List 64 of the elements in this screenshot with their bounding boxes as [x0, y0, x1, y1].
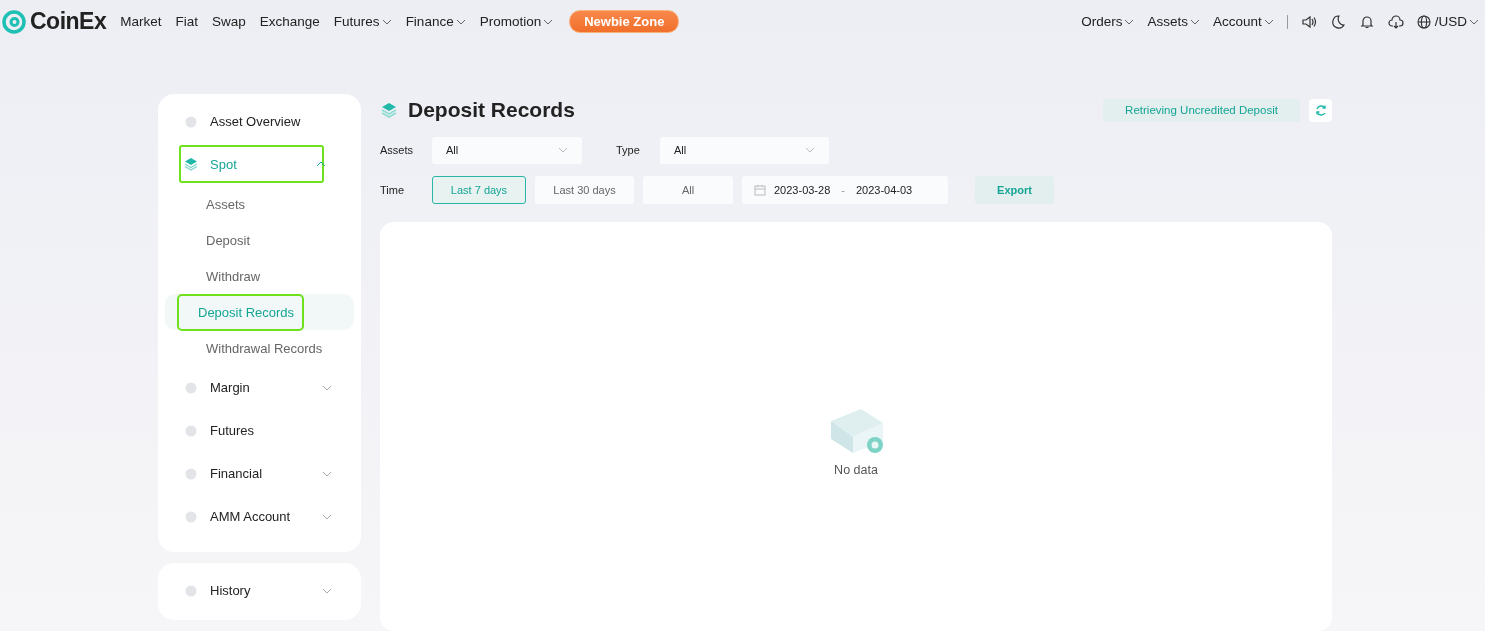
- bell-icon: [1358, 13, 1375, 30]
- item-icon: [184, 114, 198, 129]
- sidebar-item[interactable]: Financial: [165, 452, 354, 495]
- chevron-up-icon: [316, 160, 326, 168]
- chevron-down-icon: [322, 469, 332, 478]
- logo-text: CoinEx: [30, 8, 107, 35]
- sidebar-subitem[interactable]: Withdrawal Records: [165, 330, 354, 366]
- item-icon: [184, 423, 198, 438]
- menu-link[interactable]: Orders: [1081, 14, 1135, 29]
- moon-icon: [1329, 13, 1346, 30]
- filter-label: Assets: [380, 144, 414, 156]
- chevron-down-icon: [1124, 17, 1135, 26]
- date-range-field[interactable]: 2023-03-28 - 2023-04-03: [742, 176, 948, 204]
- sidebar-subitem[interactable]: Withdraw: [165, 258, 354, 294]
- item-icon: [184, 466, 198, 481]
- nav-link[interactable]: Market: [120, 14, 162, 29]
- item-icon: [184, 583, 198, 598]
- nav-link[interactable]: Finance: [405, 14, 466, 29]
- chevron-down-icon: [1189, 17, 1200, 26]
- nav-link[interactable]: Fiat: [175, 14, 198, 29]
- logo-icon: [2, 9, 26, 34]
- filter-select[interactable]: All: [660, 136, 829, 164]
- chevron-down-icon: [558, 146, 568, 154]
- chevron-down-icon: [1263, 17, 1274, 26]
- item-icon: [184, 509, 198, 524]
- sidebar-item[interactable]: History: [165, 569, 354, 612]
- sidebar-item[interactable]: Futures: [165, 409, 354, 452]
- filter-label: Time: [380, 184, 406, 196]
- currency-selector[interactable]: /USD: [1416, 14, 1479, 29]
- logo[interactable]: CoinEx: [2, 8, 107, 35]
- chevron-down-icon: [1469, 17, 1479, 26]
- chevron-down-icon: [455, 17, 466, 26]
- filter-label: Type: [616, 144, 641, 156]
- chevron-down-icon: [322, 383, 332, 392]
- chevron-down-icon: [322, 586, 332, 595]
- filter-select[interactable]: All: [432, 136, 582, 164]
- sidebar-subitem[interactable]: Assets: [165, 186, 354, 222]
- menu-link[interactable]: Assets: [1147, 14, 1200, 29]
- nav-link[interactable]: Futures: [333, 14, 392, 29]
- sidebar-item[interactable]: AMM Account: [165, 495, 354, 538]
- chevron-down-icon: [543, 17, 554, 26]
- menu-link[interactable]: Account: [1212, 14, 1274, 29]
- chevron-down-icon: [381, 17, 392, 26]
- nav-link[interactable]: Exchange: [259, 14, 320, 29]
- chevron-down-icon: [805, 146, 815, 154]
- chevron-down-icon: [322, 512, 332, 521]
- refresh-button[interactable]: [1309, 98, 1332, 122]
- time-range-button[interactable]: Last 30 days: [535, 176, 634, 204]
- page-title: Deposit Records: [408, 98, 575, 122]
- nav-link[interactable]: Promotion: [479, 14, 554, 29]
- sidebar-item[interactable]: Asset Overview: [165, 100, 354, 143]
- empty-state-text: No data: [834, 462, 878, 477]
- speaker-icon: [1300, 13, 1317, 30]
- sidebar-item[interactable]: Margin: [165, 366, 354, 409]
- layers-icon: [380, 101, 398, 119]
- calendar-icon: [754, 184, 766, 196]
- item-icon: [184, 157, 198, 171]
- cloud-download-icon: [1387, 13, 1404, 30]
- sidebar-subitem[interactable]: Deposit: [165, 222, 354, 258]
- nav-link[interactable]: Swap: [212, 14, 246, 29]
- time-range-button[interactable]: All: [643, 176, 733, 204]
- item-icon: [184, 380, 198, 395]
- globe-icon: [1416, 14, 1431, 29]
- refresh-icon: [1314, 104, 1327, 116]
